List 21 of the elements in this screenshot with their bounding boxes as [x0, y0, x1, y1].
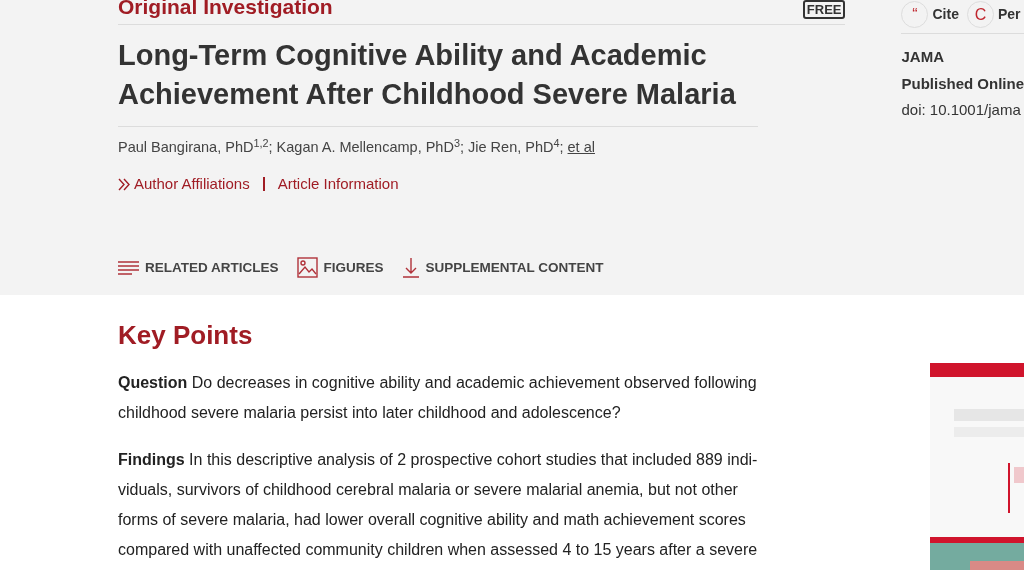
free-badge: FREE — [802, 0, 846, 19]
section-heading: Key Points — [118, 319, 254, 351]
section-tab[interactable]: SUPPLEMENTAL CONTENT — [401, 257, 604, 279]
key-point-paragraph: Findings In this descriptive analysis of 2 prospective cohort studies that included 889 indi- viduals, survivors of childhood cerebral malaria or severe malarial anemia, but not other forms of severe malaria, had lower overall cognitive ability and math achievement scores compared with unaffected community children when assessed 4 to 15 years after a severe — [118, 450, 759, 560]
publication-status: Published Online — [901, 73, 1024, 94]
chevron-icon — [118, 177, 131, 191]
section-tab[interactable]: RELATED ARTICLES — [118, 257, 279, 278]
list-icon — [118, 259, 139, 276]
image-icon — [296, 257, 318, 279]
doi-text: doi: 10.1001/jama — [901, 100, 1022, 120]
action-button[interactable]: “ Cite — [901, 1, 959, 28]
author-list: Paul Bangirana, PhD$^{1,2}$; Kagan A. Mellencamp, PhD$^{3}$; Jie Ren, PhD$^{4}$; — [118, 137, 564, 159]
journal-name: JAMA — [901, 47, 945, 67]
key-point-paragraph: Question Do decreases in cognitive ability and academic achievement observed following childhood severe malaria persist into later childhood and adolescence? — [118, 373, 758, 423]
article-info-link[interactable]: Article Information — [277, 172, 399, 196]
article-title: Long-Term Cognitive Ability and Academic Achievement After Childhood Severe Malaria — [118, 36, 758, 127]
author-affiliations-link[interactable]: Author Affiliations — [118, 172, 250, 196]
et-al-link[interactable]: et al — [567, 137, 595, 159]
section-tab[interactable]: FIGURES — [296, 257, 384, 279]
download-icon — [401, 257, 420, 279]
action-button[interactable]: C Per — [966, 1, 1021, 28]
